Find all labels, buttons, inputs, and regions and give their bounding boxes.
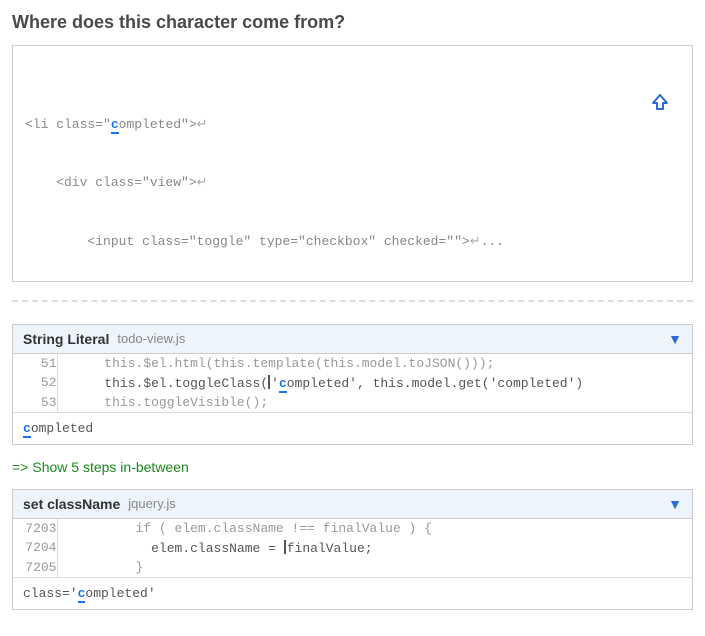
panel-footer: completed	[13, 412, 692, 444]
panel-filename: jquery.js	[128, 496, 175, 511]
code-row: 53 this.toggleVisible();	[13, 393, 692, 412]
section-divider	[12, 300, 693, 302]
code-line: this.toggleVisible();	[57, 393, 692, 412]
code-row: 7204 elem.className = finalValue;	[13, 538, 692, 558]
highlighted-char: c	[279, 376, 287, 393]
panel-title: String Literal	[23, 331, 109, 347]
question-line-1: <li class="completed">↵	[25, 115, 680, 135]
question-line-2: <div class="view">↵	[25, 173, 680, 193]
code-row: 7205 }	[13, 558, 692, 577]
code-block: 7203 if ( elem.className !== finalValue …	[13, 519, 692, 577]
trace-panel: String Literal todo-view.js ▼ 51 this.$e…	[12, 324, 693, 445]
trace-panel: set className jquery.js ▼ 7203 if ( elem…	[12, 489, 693, 610]
code-row: 52 this.$el.toggleClass('completed', thi…	[13, 373, 692, 393]
line-number: 7204	[13, 538, 57, 558]
cursor-icon	[268, 375, 270, 389]
cursor-icon	[284, 540, 286, 554]
question-line-3: <input class="toggle" type="checkbox" ch…	[25, 232, 680, 252]
panel-header[interactable]: set className jquery.js ▼	[13, 490, 692, 519]
code-line: this.$el.html(this.template(this.model.t…	[57, 354, 692, 373]
return-icon: ↵	[197, 117, 208, 132]
question-code-box: <li class="completed">↵ <div class="view…	[12, 45, 693, 282]
line-number: 7205	[13, 558, 57, 577]
code-line-active: this.$el.toggleClass('completed', this.m…	[57, 373, 692, 393]
panel-footer: class='completed'	[13, 577, 692, 609]
line-number: 53	[13, 393, 57, 412]
page-title: Where does this character come from?	[12, 12, 693, 33]
panel-title: set className	[23, 496, 120, 512]
return-icon: ↵	[470, 234, 481, 249]
panel-filename: todo-view.js	[117, 331, 185, 346]
line-number: 52	[13, 373, 57, 393]
code-block: 51 this.$el.html(this.template(this.mode…	[13, 354, 692, 412]
line-number: 51	[13, 354, 57, 373]
show-steps-link[interactable]: =>Show 5 steps in-between	[12, 459, 693, 475]
scroll-up-icon[interactable]	[651, 54, 682, 150]
highlighted-char: c	[23, 421, 31, 438]
return-icon: ↵	[197, 175, 208, 190]
code-line: }	[57, 558, 692, 577]
arrow-icon: =>	[12, 459, 28, 475]
collapse-icon[interactable]: ▼	[668, 496, 682, 512]
collapse-icon[interactable]: ▼	[668, 331, 682, 347]
panel-header[interactable]: String Literal todo-view.js ▼	[13, 325, 692, 354]
highlighted-char: c	[78, 586, 86, 603]
code-row: 51 this.$el.html(this.template(this.mode…	[13, 354, 692, 373]
code-line-active: elem.className = finalValue;	[57, 538, 692, 558]
highlighted-char: c	[111, 117, 119, 134]
